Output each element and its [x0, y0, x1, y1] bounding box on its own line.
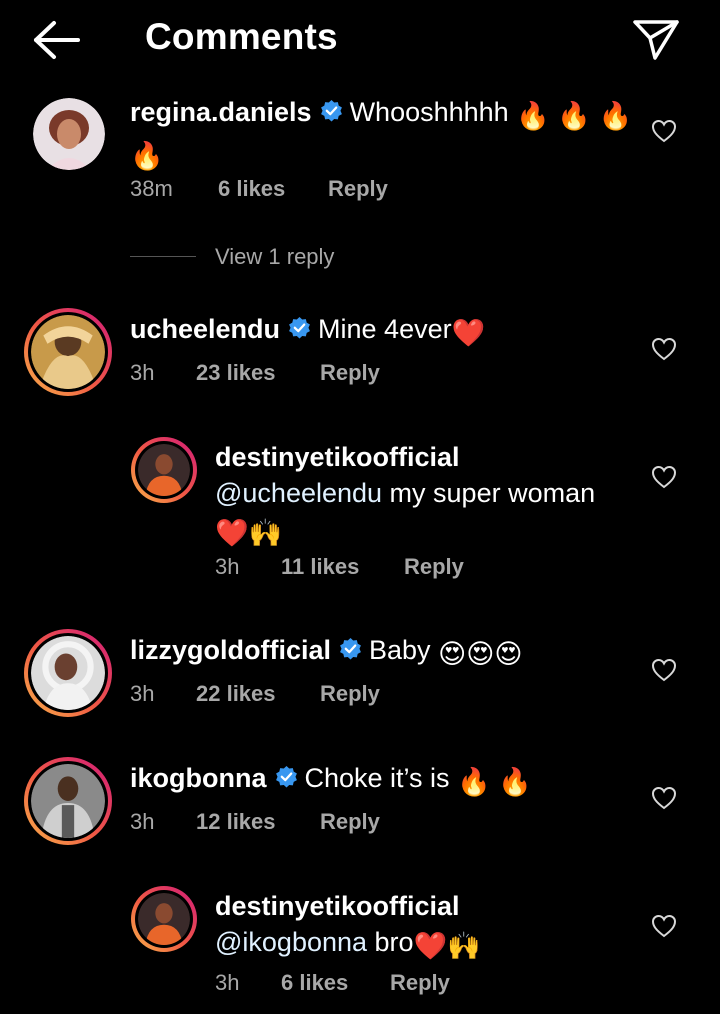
reply-button[interactable]: Reply [320, 809, 380, 835]
heart-outline-icon[interactable] [651, 786, 677, 810]
comment-text: Mine 4ever [318, 314, 452, 344]
avatar-image [31, 764, 105, 838]
verified-badge-icon [289, 317, 310, 339]
comment-body: destinyetikoofficial @ucheelendu my supe… [215, 439, 595, 551]
comment-time: 38m [130, 176, 173, 201]
likes-count[interactable]: 23 likes [196, 360, 276, 386]
comment-body: ikogbonna Choke it’s is 🔥 🔥 [130, 760, 532, 800]
comment-text: Whooshhhhh [349, 97, 509, 127]
comment-time: 3h [130, 360, 155, 385]
heart-outline-icon[interactable] [651, 914, 677, 938]
mention-link[interactable]: @ucheelendu [215, 478, 382, 508]
likes-count[interactable]: 12 likes [196, 809, 276, 835]
heart-eyes-emoji: 😍😍😍 [438, 639, 523, 669]
comment-text: Choke it’s is [304, 763, 450, 793]
comment-time: 3h [215, 970, 240, 995]
heart-outline-icon[interactable] [651, 658, 677, 682]
avatar-image [31, 636, 105, 710]
avatar[interactable] [24, 757, 112, 845]
heart-emoji: ❤️ [451, 318, 486, 348]
username[interactable]: ikogbonna [130, 763, 267, 793]
heart-outline-icon[interactable] [651, 119, 677, 143]
comment-text: bro [367, 927, 414, 957]
heart-outline-icon[interactable] [651, 337, 677, 361]
fire-emoji: 🔥 🔥 [457, 767, 532, 797]
comment-body: ucheelendu Mine 4ever❤️ [130, 311, 485, 351]
comment-time: 3h [130, 809, 155, 834]
avatar[interactable] [131, 886, 197, 952]
avatar[interactable] [24, 308, 112, 396]
fire-emoji: 🔥 🔥 🔥 [516, 101, 633, 131]
verified-badge-icon [340, 638, 361, 660]
back-button[interactable] [30, 18, 82, 62]
avatar-image [138, 893, 190, 945]
page-title: Comments [145, 16, 338, 57]
reply-button[interactable]: Reply [328, 176, 388, 202]
reply-button[interactable]: Reply [320, 681, 380, 707]
username[interactable]: regina.daniels [130, 97, 312, 127]
likes-count[interactable]: 6 likes [218, 176, 285, 202]
likes-count[interactable]: 22 likes [196, 681, 276, 707]
verified-badge-icon [275, 766, 297, 788]
reply-button[interactable]: Reply [320, 360, 380, 386]
arrow-left-icon [34, 21, 80, 59]
heart-outline-icon[interactable] [651, 465, 677, 489]
comment-time: 3h [130, 681, 155, 706]
comments-screen: Comments regina.daniels Whooshhhhh 🔥 🔥 🔥 … [0, 0, 720, 1014]
avatar-image [31, 315, 105, 389]
paper-plane-icon [633, 20, 679, 60]
verified-badge-icon [320, 100, 342, 122]
heart-raised-hands-emoji: ❤️🙌 [413, 931, 481, 961]
comment-body: regina.daniels Whooshhhhh 🔥 🔥 🔥 🔥 [130, 94, 632, 174]
heart-raised-hands-emoji: ❤️🙌 [215, 518, 283, 548]
view-replies-label: View 1 reply [215, 244, 335, 269]
username[interactable]: ucheelendu [130, 314, 280, 344]
mention-link[interactable]: @ikogbonna [215, 927, 367, 957]
comment-body: destinyetikoofficial @ikogbonna bro❤️🙌 [215, 888, 481, 964]
header: Comments [0, 0, 720, 80]
avatar[interactable] [24, 629, 112, 717]
avatar[interactable] [33, 98, 105, 170]
comment-text: my super woman [382, 478, 596, 508]
comment-time: 3h [215, 554, 240, 579]
username[interactable]: lizzygoldofficial [130, 635, 331, 665]
divider [130, 256, 196, 257]
avatar-image [138, 444, 190, 496]
comment-body: lizzygoldofficial Baby 😍😍😍 [130, 632, 523, 672]
avatar[interactable] [131, 437, 197, 503]
share-button[interactable] [630, 16, 682, 64]
username[interactable]: destinyetikoofficial [215, 442, 460, 472]
fire-emoji: 🔥 [130, 141, 164, 171]
likes-count[interactable]: 11 likes [281, 554, 359, 580]
avatar-image [33, 98, 105, 170]
likes-count[interactable]: 6 likes [281, 970, 348, 996]
reply-button[interactable]: Reply [404, 554, 464, 580]
comment-text: Baby [369, 635, 431, 665]
reply-button[interactable]: Reply [390, 970, 450, 996]
username[interactable]: destinyetikoofficial [215, 891, 460, 921]
